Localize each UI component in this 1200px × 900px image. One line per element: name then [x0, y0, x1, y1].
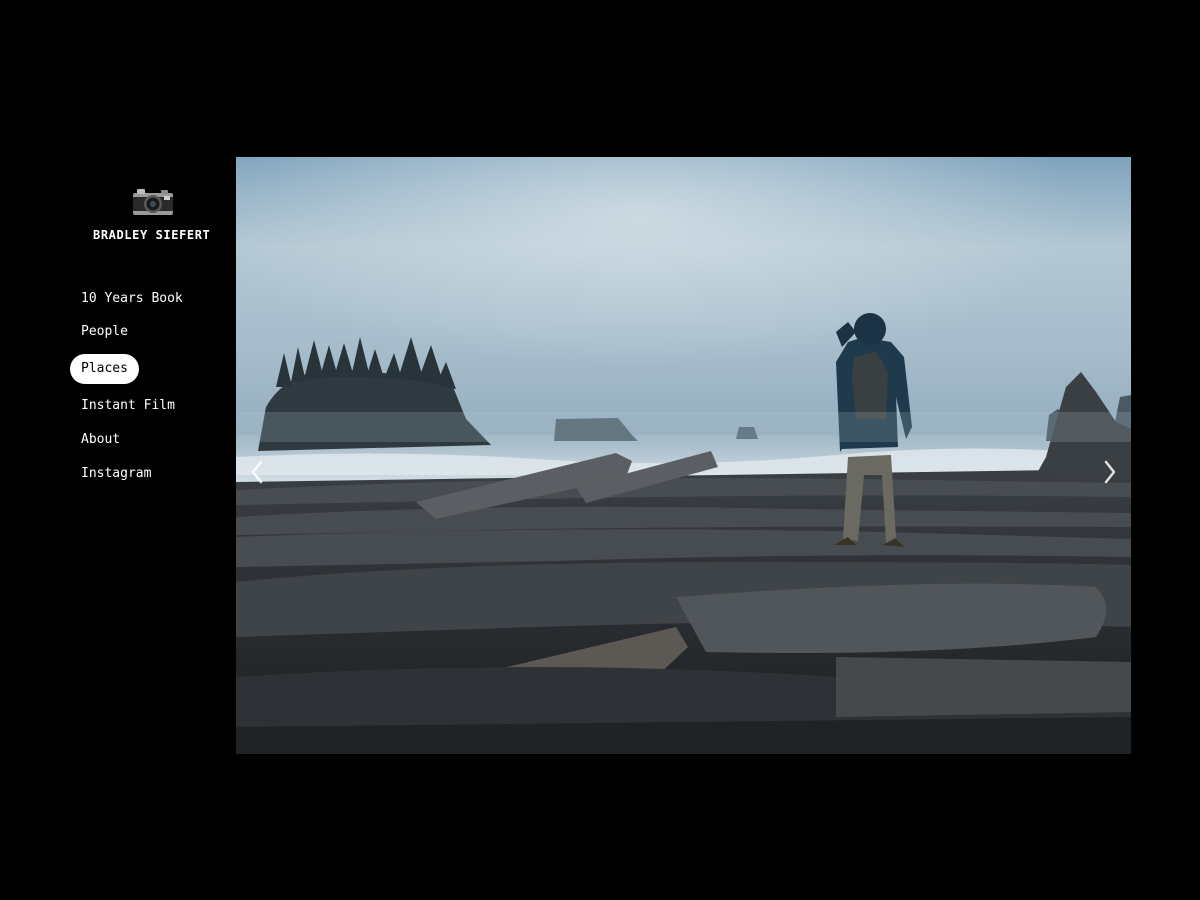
brand-name[interactable]: BRADLEY SIEFERT [93, 228, 210, 242]
nav-item-people[interactable]: People [70, 317, 139, 347]
sidebar: BRADLEY SIEFERT 10 Years Book People Pla… [0, 0, 236, 900]
nav-item-10-years-book[interactable]: 10 Years Book [70, 284, 194, 314]
nav-item-about[interactable]: About [70, 425, 131, 455]
gallery-viewer [236, 157, 1131, 754]
nav-item-instagram[interactable]: Instagram [70, 459, 162, 489]
gallery-photo [236, 157, 1131, 754]
nav-item-instant-film[interactable]: Instant Film [70, 391, 186, 421]
chevron-right-icon[interactable] [1099, 457, 1121, 487]
chevron-left-icon[interactable] [246, 457, 268, 487]
nav-item-places[interactable]: Places [70, 354, 139, 384]
camera-icon[interactable] [131, 188, 175, 216]
